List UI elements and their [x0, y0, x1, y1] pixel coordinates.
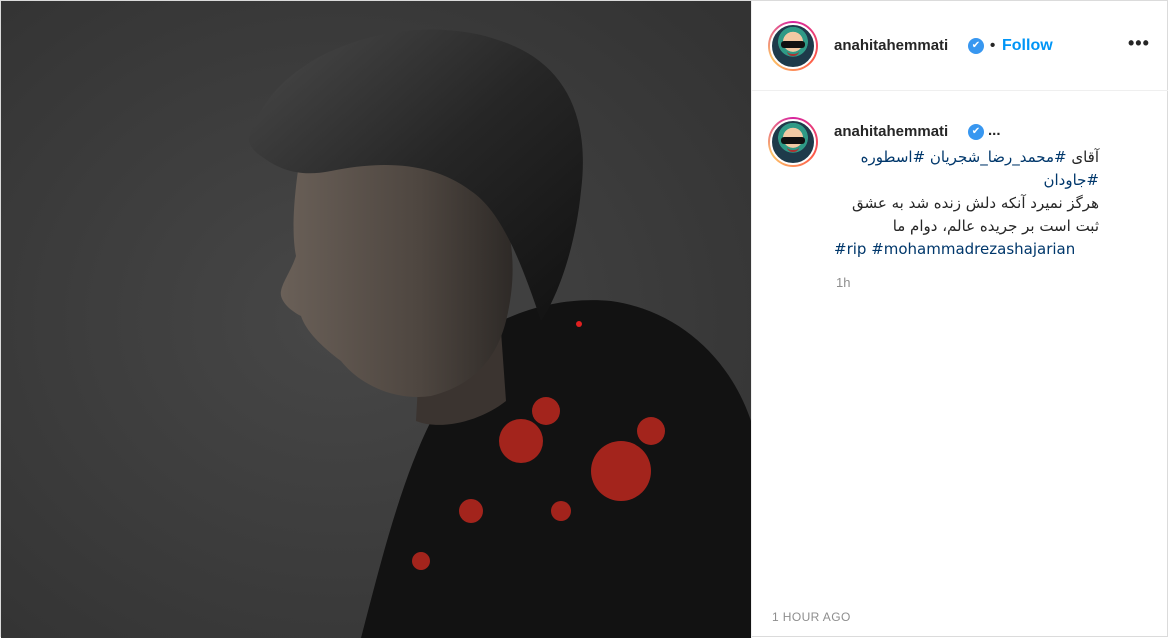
- caption-ellipsis: ...: [988, 122, 1001, 139]
- avatar-glasses: [781, 41, 805, 48]
- caption-line: آقای #محمد_رضا_شجریان #اسطوره: [834, 146, 1099, 169]
- caption-line: ثبت است بر جریده عالم، دوام ما: [892, 217, 1099, 235]
- caption-text: آقای #محمد_رضا_شجریان #اسطوره #جاودان هر…: [834, 146, 1099, 261]
- follow-button[interactable]: Follow: [1002, 37, 1053, 55]
- post-header: anahitahemmati ✔ • Follow •••: [752, 1, 1168, 91]
- author-username[interactable]: anahitahemmati: [834, 37, 948, 54]
- hashtag-link[interactable]: #rip #mohammadrezashajarian: [834, 238, 1099, 261]
- avatar-smile: [787, 51, 799, 56]
- portrait-illustration: [1, 1, 751, 638]
- hashtag-link[interactable]: #محمد_رضا_شجریان #اسطوره: [861, 148, 1067, 166]
- caption-author-avatar[interactable]: [768, 117, 818, 167]
- avatar-glasses: [781, 137, 805, 144]
- avatar-image: [770, 119, 816, 165]
- caption-username[interactable]: anahitahemmati: [834, 123, 948, 140]
- post-timestamp[interactable]: 1 HOUR AGO: [772, 610, 851, 624]
- avatar-smile: [787, 147, 799, 152]
- more-options-icon[interactable]: •••: [1128, 33, 1150, 54]
- hashtag-link[interactable]: #جاودان: [1043, 171, 1099, 189]
- caption-line: #جاودان: [834, 169, 1099, 192]
- separator-dot: •: [990, 37, 996, 54]
- verified-badge-icon: ✔: [968, 124, 984, 140]
- author-avatar[interactable]: [768, 21, 818, 71]
- red-dot: [576, 321, 582, 327]
- post-photo[interactable]: [1, 1, 751, 638]
- caption-time-ago[interactable]: 1h: [836, 275, 850, 290]
- caption-text-fragment: آقای: [1066, 148, 1099, 166]
- caption-line: هرگز نمیرد آنکه دلش زنده شد به عشق: [851, 194, 1099, 212]
- verified-badge-icon: ✔: [968, 38, 984, 54]
- instagram-post: anahitahemmati ✔ • Follow ••• anahitahem…: [0, 0, 1168, 638]
- post-side-panel: anahitahemmati ✔ • Follow ••• anahitahem…: [752, 1, 1168, 638]
- avatar-image: [770, 23, 816, 69]
